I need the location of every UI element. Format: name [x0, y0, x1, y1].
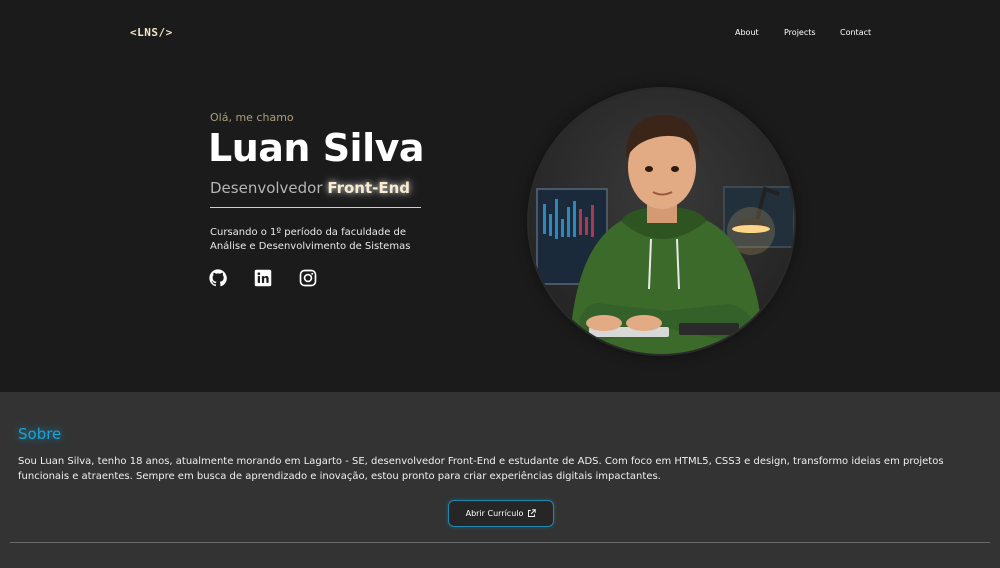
- external-link-icon: [527, 509, 537, 518]
- hero-name: Luan Silva: [208, 126, 425, 170]
- github-icon[interactable]: [209, 269, 227, 287]
- open-resume-label: Abrir Currículo: [465, 509, 524, 518]
- study-line-1: Cursando o 1º período da faculdade de: [210, 227, 407, 238]
- hero-greeting: Olá, me chamo: [210, 111, 294, 124]
- hero-study-text: Cursando o 1º período da faculdade de An…: [210, 226, 440, 254]
- hero-role: Desenvolvedor Front-End: [210, 179, 410, 197]
- nav-about-link[interactable]: About: [735, 28, 759, 37]
- linkedin-icon[interactable]: [254, 269, 272, 287]
- hero-role-prefix: Desenvolvedor: [210, 179, 323, 197]
- site-logo[interactable]: <LNS/>: [130, 26, 173, 39]
- open-resume-button[interactable]: Abrir Currículo: [448, 500, 554, 527]
- about-section: Sobre Sou Luan Silva, tenho 18 anos, atu…: [0, 392, 1000, 568]
- about-title: Sobre: [18, 425, 62, 443]
- profile-avatar: [529, 89, 794, 354]
- hero-divider: [210, 207, 421, 208]
- nav-projects-link[interactable]: Projects: [784, 28, 816, 37]
- study-line-2: Análise e Desenvolvimento de Sistemas: [210, 241, 411, 252]
- hero-section: <LNS/> About Projects Contact Olá, me ch…: [0, 0, 1000, 392]
- hero-role-highlight: Front-End: [327, 179, 411, 197]
- section-divider: [10, 542, 990, 543]
- instagram-icon[interactable]: [299, 269, 317, 287]
- nav-contact-link[interactable]: Contact: [840, 28, 871, 37]
- about-text: Sou Luan Silva, tenho 18 anos, atualment…: [18, 456, 944, 482]
